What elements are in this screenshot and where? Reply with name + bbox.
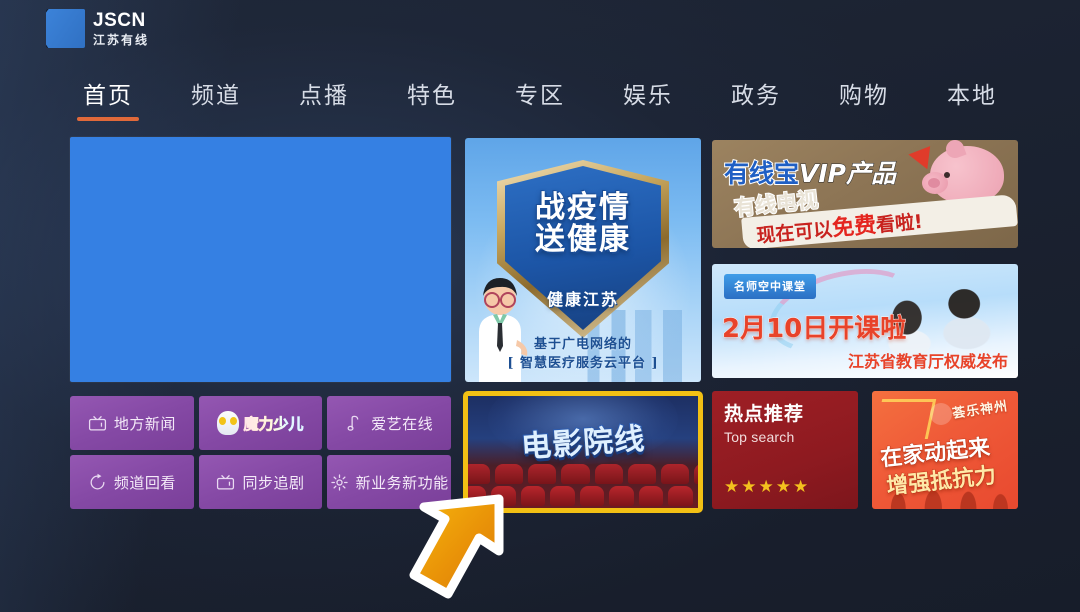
nav-item-entertainment[interactable]: 娱乐	[594, 76, 702, 121]
quick-button-label: 新业务新功能	[355, 473, 449, 492]
quick-button-kids[interactable]: 魔力少儿	[198, 396, 323, 450]
promo-foot-line1: 基于广电网络的	[533, 337, 632, 353]
tv-icon	[88, 415, 106, 430]
promo-foot-line2: [ 智慧医疗服务云平台 ]	[507, 356, 659, 372]
nav-item-local[interactable]: 本地	[918, 76, 1026, 121]
video-preview-tile[interactable]	[70, 137, 451, 382]
pointer-arrow-icon	[409, 494, 504, 599]
logo-text-en: JSCN	[93, 10, 146, 31]
brand-logo: JSCN 江苏有线	[46, 9, 149, 48]
vip-callout-prefix: 现在可以	[755, 218, 834, 248]
quick-button-local-news[interactable]: 地方新闻	[70, 396, 194, 450]
nav-item-zone[interactable]: 专区	[486, 76, 594, 121]
quick-button-label: 魔力少儿	[243, 414, 304, 433]
fitness-card[interactable]: 荟乐神州 在家动起来 增强抵抗力	[872, 391, 1018, 509]
nav-item-home[interactable]: 首页	[54, 76, 162, 121]
quick-button-label: 爱艺在线	[371, 414, 434, 433]
quick-access-grid: 地方新闻 魔力少儿 爱艺在线 频道回看 同步追剧 新业务新功能	[70, 396, 451, 509]
quick-button-label: 地方新闻	[113, 414, 176, 433]
tv-icon	[217, 474, 235, 489]
nav-item-government[interactable]: 政务	[702, 76, 810, 121]
vip-brand: 有线宝	[723, 158, 800, 189]
school-footer: 江苏省教育厅权威发布	[847, 352, 1008, 371]
gear-icon	[330, 473, 348, 491]
promo-footer: 基于广电网络的 [ 智慧医疗服务云平台 ]	[465, 336, 701, 374]
kids-logo-icon	[217, 411, 240, 435]
vip-callout-highlight: 免费	[831, 212, 878, 242]
zigzag-decoration	[873, 399, 937, 439]
nav-item-featured[interactable]: 特色	[378, 76, 486, 121]
quick-button-channel-replay[interactable]: 频道回看	[70, 455, 194, 509]
quick-button-aiyi-online[interactable]: 爱艺在线	[327, 396, 451, 450]
nav-item-vod[interactable]: 点播	[270, 76, 378, 121]
quick-button-sync-series[interactable]: 同步追剧	[198, 455, 323, 509]
logo-text-cn: 江苏有线	[93, 33, 150, 47]
banner-school-class[interactable]: 名师空中课堂 2月10日开课啦 江苏省教育厅权威发布	[712, 264, 1018, 378]
promo-title: 战疫情 送健康	[465, 190, 701, 258]
promo-title-line1: 战疫情	[535, 190, 631, 225]
promo-title-line2: 送健康	[535, 222, 631, 258]
music-note-icon	[347, 415, 359, 431]
promo-card-health[interactable]: 战疫情 送健康 健康江苏 基于广电网络的 [ 智慧医疗服务云平台 ]	[465, 138, 701, 382]
nav-item-shopping[interactable]: 购物	[810, 76, 918, 121]
vip-callout-suffix: 看啦!	[875, 210, 924, 237]
tv-home-screen: JSCN 江苏有线 首页 频道 点播 特色 专区 娱乐 政务 购物 本地 战疫情…	[0, 0, 1080, 612]
star-rating-icon: ★★★★★	[724, 477, 811, 496]
jscn-swoosh-logo-icon	[46, 9, 85, 48]
quick-button-label: 同步追剧	[242, 473, 305, 492]
top-search-title-cn: 热点推荐	[724, 403, 805, 425]
banner-vip-product[interactable]: 有线宝VIP产品 有线电视 现在可以免费看啦!	[712, 140, 1018, 248]
circle-decoration	[930, 403, 952, 425]
replay-icon	[90, 473, 105, 489]
fitness-brand: 荟乐神州	[951, 399, 1010, 422]
school-headline: 2月10日开课啦	[721, 314, 907, 345]
nav-item-channels[interactable]: 频道	[162, 76, 270, 121]
school-tag: 名师空中课堂	[724, 274, 816, 299]
quick-button-label: 频道回看	[113, 473, 176, 492]
top-search-title-en: Top search	[724, 428, 795, 445]
top-search-card[interactable]: 热点推荐 Top search ★★★★★	[712, 391, 858, 509]
main-navigation: 首页 频道 点播 特色 专区 娱乐 政务 购物 本地	[0, 76, 1080, 121]
